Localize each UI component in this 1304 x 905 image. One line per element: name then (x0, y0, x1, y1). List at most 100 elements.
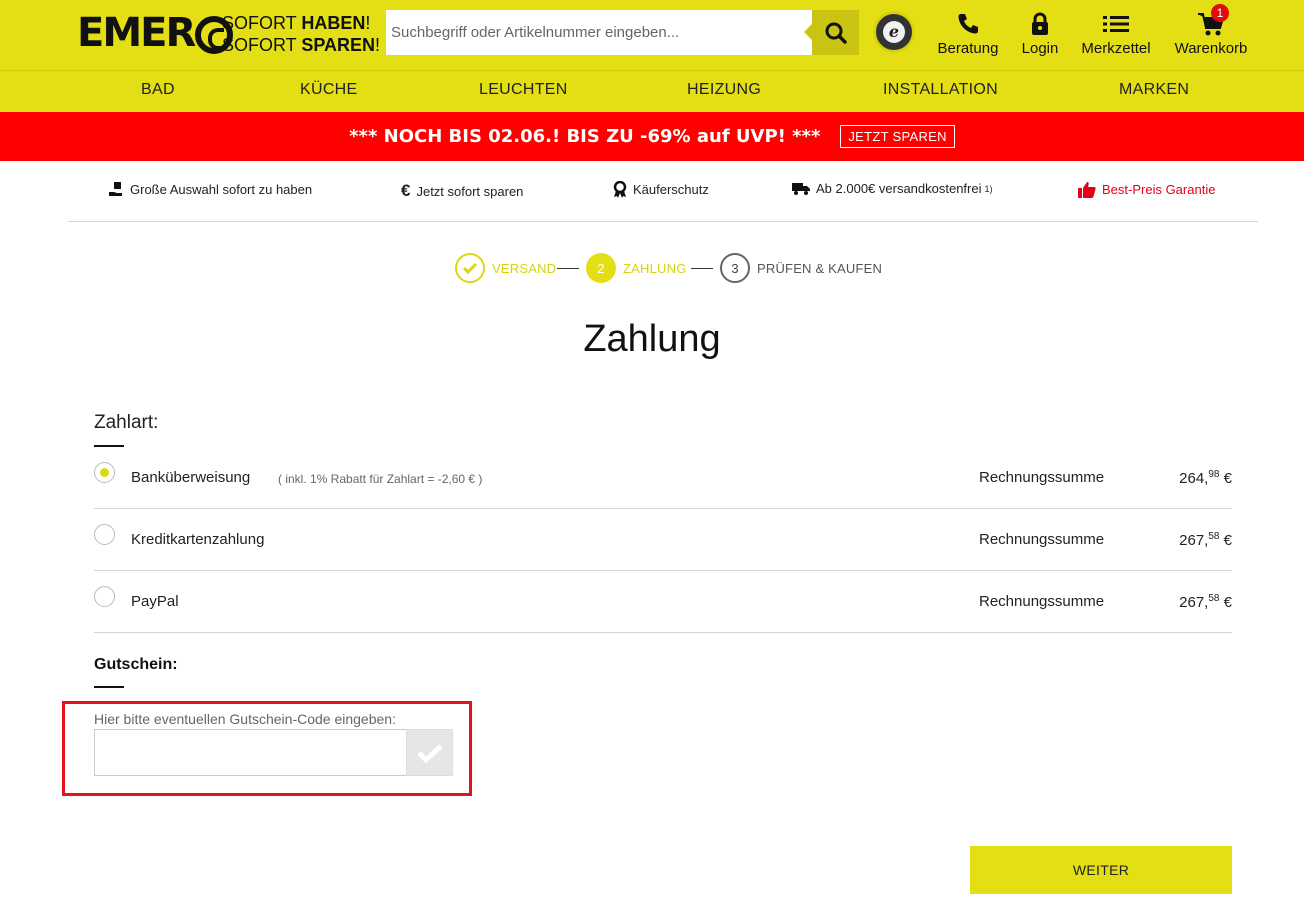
payment-row-bankueberweisung[interactable]: Banküberweisung ( inkl. 1% Rabatt für Za… (94, 447, 1232, 509)
payment-price: 267,58 € (1179, 531, 1232, 549)
header-beratung[interactable]: Beratung (937, 10, 999, 58)
slogan: SOFORT HABEN! SOFORT SPAREN! (222, 12, 380, 56)
slogan-highlight: HABEN (301, 13, 366, 33)
nav-item-heizung[interactable]: HEIZUNG (687, 81, 761, 99)
payment-note: ( inkl. 1% Rabatt für Zahlart = -2,60 € … (278, 472, 483, 486)
slogan-text: ! (365, 13, 371, 33)
price-currency: € (1219, 532, 1232, 549)
usp-item-auswahl: Große Auswahl sofort zu haben (108, 181, 312, 197)
usp-text: Ab 2.000€ versandkostenfrei (816, 181, 982, 196)
payment-row-paypal[interactable]: PayPal Rechnungssumme 267,58 € (94, 571, 1232, 633)
step-zahlung-circle: 2 (586, 253, 616, 283)
price-cents: 98 (1208, 469, 1220, 480)
cart-count-badge: 1 (1211, 4, 1229, 22)
search-button[interactable] (804, 10, 859, 55)
step-pruefen: 3 PRÜFEN & KAUFEN (720, 253, 882, 283)
phone-icon (958, 14, 978, 34)
step-pruefen-label: PRÜFEN & KAUFEN (757, 260, 883, 276)
weiter-button[interactable]: WEITER (970, 846, 1232, 894)
promo-button[interactable]: JETZT SPAREN (840, 125, 955, 148)
price-main: 267, (1179, 594, 1209, 611)
price-currency: € (1219, 594, 1232, 611)
site-header: EMER SOFORT HABEN! SOFORT SPAREN! e Bera… (0, 0, 1304, 112)
header-merkzettel-label: Merkzettel (1081, 40, 1151, 57)
trusted-shops-badge[interactable]: e (873, 11, 915, 53)
payment-name: PayPal (131, 593, 179, 610)
search-icon (825, 22, 847, 44)
voucher-label: Hier bitte eventuellen Gutschein-Code ei… (94, 711, 396, 727)
payment-price: 264,98 € (1179, 469, 1232, 487)
step-versand-circle (455, 253, 485, 283)
price-cents: 58 (1208, 593, 1220, 604)
truck-icon (792, 183, 810, 195)
nav-item-bad[interactable]: BAD (141, 81, 175, 99)
main-nav: BAD KÜCHE LEUCHTEN HEIZUNG INSTALLATION … (0, 71, 1304, 112)
radio-kreditkarte[interactable] (94, 524, 115, 545)
price-currency: € (1219, 470, 1232, 487)
header-login-label: Login (1021, 40, 1059, 57)
step-versand-label: VERSAND (492, 260, 557, 276)
sum-label: Rechnungssumme (979, 531, 1105, 548)
price-cents: 58 (1208, 531, 1220, 542)
lock-icon (1032, 12, 1048, 35)
price-main: 267, (1179, 532, 1209, 549)
step-connector (691, 268, 713, 269)
slogan-highlight: SPAREN (301, 35, 376, 55)
thumbs-up-icon (1078, 182, 1096, 198)
award-icon (613, 181, 627, 198)
nav-item-installation[interactable]: INSTALLATION (883, 81, 998, 99)
usp-text: Best-Preis Garantie (1102, 182, 1216, 197)
step-connector (557, 268, 579, 269)
header-merkzettel[interactable]: Merkzettel (1080, 10, 1152, 58)
usp-text: Käuferschutz (633, 182, 709, 197)
list-icon (1103, 16, 1129, 32)
usp-text: Jetzt sofort sparen (416, 183, 524, 199)
usp-divider (68, 221, 1258, 222)
slogan-text: SOFORT (222, 13, 302, 33)
nav-item-marken[interactable]: MARKEN (1119, 81, 1189, 99)
nav-item-leuchten[interactable]: LEUCHTEN (479, 81, 568, 99)
usp-text: Große Auswahl sofort zu haben (130, 181, 313, 197)
payment-name: Kreditkartenzahlung (131, 531, 265, 548)
usp-item-sparen: € Jetzt sofort sparen (401, 181, 523, 201)
nav-item-kueche[interactable]: KÜCHE (300, 81, 358, 99)
page-title: Zahlung (583, 318, 721, 360)
search-input[interactable] (386, 10, 812, 55)
logo[interactable]: EMER (77, 10, 234, 56)
voucher-submit-button[interactable] (406, 729, 453, 776)
hand-box-icon (109, 182, 122, 196)
promo-text: *** NOCH BIS 02.06.! BIS ZU -69% auf UVP… (349, 126, 821, 147)
logo-text: EMER (77, 10, 196, 56)
search-bar (386, 10, 859, 55)
zahlart-title: Zahlart: (94, 412, 159, 433)
gutschein-title: Gutschein: (94, 656, 178, 673)
price-main: 264, (1179, 470, 1209, 487)
header-warenkorb-label: Warenkorb (1174, 40, 1248, 57)
step-zahlung: 2 ZAHLUNG (586, 253, 687, 283)
header-login[interactable]: Login (1020, 10, 1060, 58)
sum-label: Rechnungssumme (979, 593, 1105, 610)
slogan-text: SOFORT (222, 35, 302, 55)
trusted-shops-letter: e (883, 21, 905, 43)
check-icon (463, 262, 477, 274)
usp-footnote: 1) (984, 183, 993, 194)
section-underline (94, 686, 124, 688)
header-warenkorb[interactable]: 1 Warenkorb (1173, 4, 1249, 58)
usp-item-versand: Ab 2.000€ versandkostenfrei 1) (792, 181, 993, 196)
step-zahlung-label: ZAHLUNG (623, 260, 687, 276)
promo-banner: *** NOCH BIS 02.06.! BIS ZU -69% auf UVP… (0, 112, 1304, 161)
sum-label: Rechnungssumme (979, 469, 1105, 486)
radio-paypal[interactable] (94, 586, 115, 607)
step-pruefen-circle: 3 (720, 253, 750, 283)
header-beratung-label: Beratung (937, 40, 999, 57)
check-icon (416, 743, 443, 763)
radio-bankueberweisung[interactable] (94, 462, 115, 483)
usp-item-kaeuferschutz: Käuferschutz (613, 181, 709, 198)
slogan-text: ! (375, 35, 381, 55)
step-versand[interactable]: VERSAND (455, 253, 556, 283)
usp-item-bestpreis[interactable]: Best-Preis Garantie (1078, 181, 1215, 198)
euro-icon: € (401, 181, 411, 200)
payment-row-kreditkarte[interactable]: Kreditkartenzahlung Rechnungssumme 267,5… (94, 509, 1232, 571)
payment-name: Banküberweisung (131, 469, 251, 486)
voucher-code-input[interactable] (94, 729, 407, 776)
